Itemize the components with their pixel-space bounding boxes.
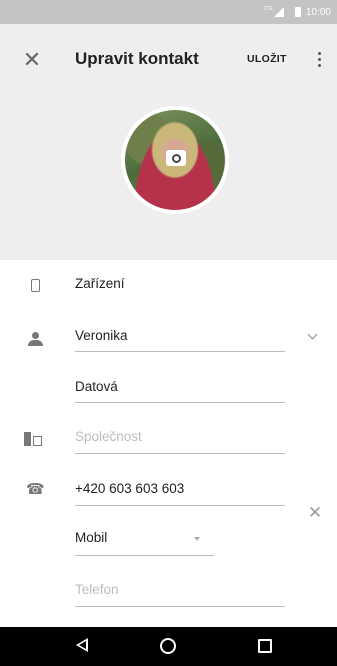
first-name-field[interactable]: Veronika xyxy=(75,328,128,343)
back-icon[interactable] xyxy=(76,638,88,652)
more-vert-icon[interactable] xyxy=(312,48,326,70)
phone-underline xyxy=(75,505,285,506)
company-field[interactable]: Společnost xyxy=(75,429,142,444)
avatar-photo xyxy=(125,110,225,210)
battery-icon xyxy=(294,7,301,17)
chevron-down-icon[interactable] xyxy=(307,329,318,340)
contact-header: ✕ Upravit kontakt ULOŽIT xyxy=(0,24,337,260)
status-time: 10:00 xyxy=(305,6,331,18)
device-icon xyxy=(31,279,40,292)
lte-label: LTE xyxy=(263,6,273,12)
dropdown-arrow-icon[interactable] xyxy=(194,537,200,541)
new-phone-field[interactable]: Telefon xyxy=(75,582,119,597)
status-bar: LTE 10:00 xyxy=(0,0,337,24)
company-icon xyxy=(24,432,42,446)
save-button[interactable]: ULOŽIT xyxy=(247,53,287,65)
recents-icon[interactable] xyxy=(258,639,272,653)
phone-type-select[interactable]: Mobil xyxy=(75,530,107,545)
account-label[interactable]: Zařízení xyxy=(75,276,125,291)
phone-type-underline xyxy=(75,555,214,556)
last-name-underline xyxy=(75,402,285,403)
page-title: Upravit kontakt xyxy=(75,49,199,68)
clear-icon[interactable]: ✕ xyxy=(305,503,325,523)
company-underline xyxy=(75,453,285,454)
signal-icon xyxy=(273,7,284,17)
navigation-bar xyxy=(0,627,337,666)
close-icon[interactable]: ✕ xyxy=(20,48,44,72)
home-icon[interactable] xyxy=(160,638,176,654)
first-name-underline xyxy=(75,351,285,352)
phone-field[interactable]: +420 603 603 603 xyxy=(75,481,184,496)
person-icon xyxy=(28,332,44,348)
camera-icon[interactable] xyxy=(166,150,186,166)
new-phone-underline xyxy=(75,606,285,607)
last-name-field[interactable]: Datová xyxy=(75,379,118,394)
avatar[interactable] xyxy=(121,106,229,214)
phone-icon: ☎ xyxy=(26,481,45,498)
